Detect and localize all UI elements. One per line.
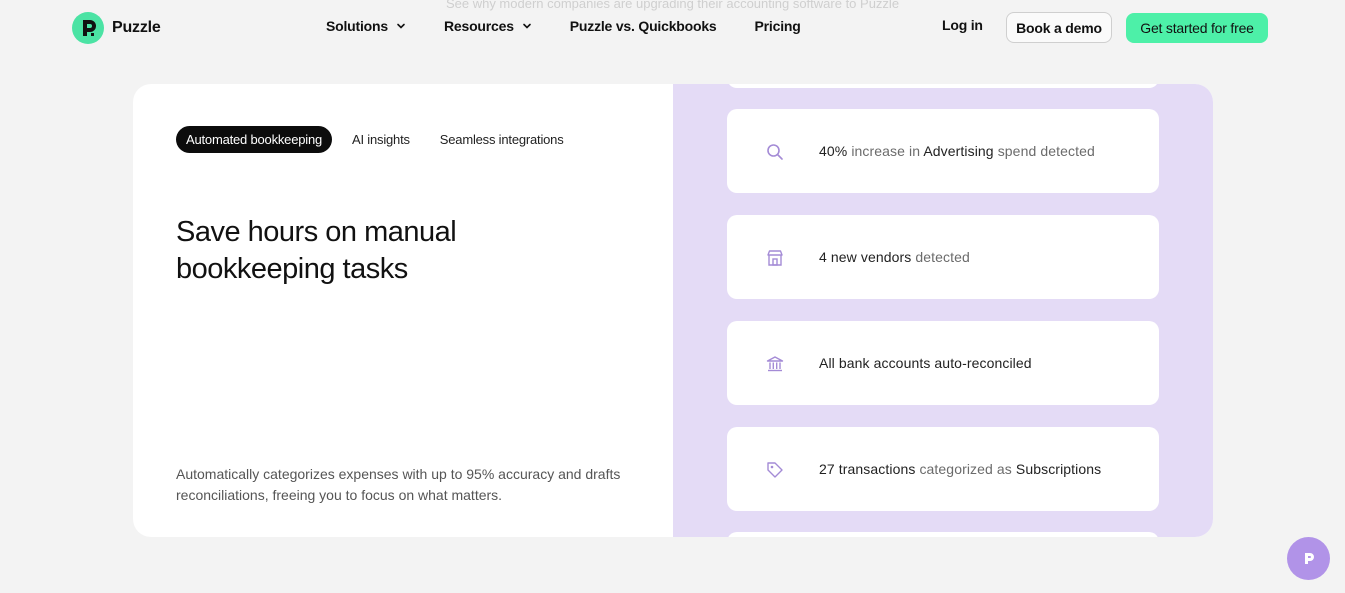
tag-icon — [767, 462, 783, 478]
insight-value: 4 new vendors — [819, 249, 912, 265]
site-header: Puzzle Solutions Resources Puzzle vs. Qu… — [0, 0, 1345, 56]
chevron-down-icon — [397, 23, 405, 29]
insight-muted: increase in — [847, 143, 924, 159]
insight-text: 27 transactions categorized as Subscript… — [819, 461, 1101, 477]
brand-logo[interactable]: Puzzle — [72, 12, 161, 44]
search-icon — [767, 144, 783, 160]
nav-solutions[interactable]: Solutions — [326, 18, 406, 34]
tab-ai-insights[interactable]: AI insights — [342, 126, 420, 153]
insight-card-partial-top — [727, 84, 1159, 88]
feature-card: Automated bookkeeping AI insights Seamle… — [133, 84, 1213, 537]
insight-muted: spend detected — [993, 143, 1095, 159]
insight-card-partial-bottom — [727, 532, 1159, 537]
nav-solutions-label: Solutions — [326, 18, 388, 34]
insight-value: Subscriptions — [1015, 461, 1102, 477]
insight-text: 4 new vendors detected — [819, 249, 970, 265]
login-link[interactable]: Log in — [942, 17, 983, 33]
insight-card-vendors: 4 new vendors detected — [727, 215, 1159, 299]
feature-description: Automatically categorizes expenses with … — [176, 466, 621, 503]
get-started-button[interactable]: Get started for free — [1126, 13, 1268, 43]
tab-seamless-integrations[interactable]: Seamless integrations — [430, 126, 574, 153]
main-nav: Solutions Resources Puzzle vs. Quickbook… — [326, 18, 801, 34]
insight-text: 40% increase in Advertising spend detect… — [819, 143, 1095, 159]
book-demo-button[interactable]: Book a demo — [1006, 12, 1112, 43]
puzzle-logo-icon — [72, 12, 104, 44]
puzzle-logo-icon — [1304, 552, 1314, 564]
insight-card-transactions: 27 transactions categorized as Subscript… — [727, 427, 1159, 511]
insight-muted: categorized as — [915, 461, 1016, 477]
feature-left-panel: Automated bookkeeping AI insights Seamle… — [133, 84, 673, 537]
feature-heading: Save hours on manual bookkeeping tasks — [176, 216, 457, 286]
nav-resources-label: Resources — [443, 18, 514, 34]
insight-card-bank-accounts: All bank accounts auto-reconciled — [727, 321, 1159, 405]
insight-value: 27 transactions — [819, 461, 916, 477]
insight-value: 40% — [819, 143, 848, 159]
insight-muted: detected — [911, 249, 970, 265]
insight-card-advertising: 40% increase in Advertising spend detect… — [727, 109, 1159, 193]
feature-tabs: Automated bookkeeping AI insights Seamle… — [176, 126, 574, 153]
nav-puzzle-vs-quickbooks[interactable]: Puzzle vs. Quickbooks — [570, 18, 717, 34]
chevron-down-icon — [522, 23, 531, 29]
nav-pricing[interactable]: Pricing — [755, 18, 801, 34]
insights-panel: 40% increase in Advertising spend detect… — [673, 84, 1213, 537]
chat-launcher-button[interactable] — [1287, 537, 1330, 580]
nav-puzzle-vs-quickbooks-label: Puzzle vs. Quickbooks — [569, 18, 717, 34]
store-icon — [767, 250, 783, 266]
insight-value: Advertising — [923, 143, 994, 159]
tab-automated-bookkeeping[interactable]: Automated bookkeeping — [176, 126, 333, 153]
brand-name: Puzzle — [112, 19, 161, 36]
insight-text: All bank accounts auto-reconciled — [819, 355, 1032, 371]
bank-icon — [766, 356, 784, 372]
insight-value: All bank accounts auto-reconciled — [819, 355, 1032, 371]
nav-pricing-label: Pricing — [754, 18, 801, 34]
nav-resources[interactable]: Resources — [444, 18, 532, 34]
